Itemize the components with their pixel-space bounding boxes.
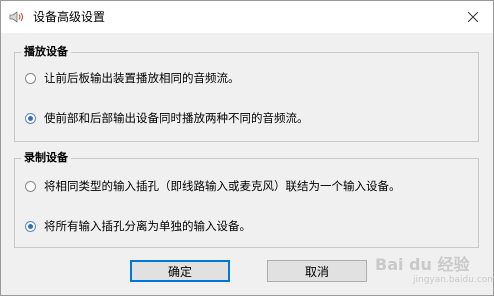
playback-group-legend: 播放设备 — [21, 45, 71, 59]
radio-option-same-stream[interactable]: 让前后板输出装置播放相同的音频流。 — [25, 70, 240, 86]
ok-button[interactable]: 确定 — [130, 260, 230, 282]
window-title: 设备高级设置 — [33, 10, 106, 24]
radio-option-different-streams[interactable]: 使前部和后部输出设备同时播放两种不同的音频流。 — [25, 110, 309, 126]
radio-option-separate-inputs[interactable]: 将所有输入插孔分离为单独的输入设备。 — [25, 218, 251, 234]
radio-button[interactable] — [25, 180, 36, 192]
radio-label: 将所有输入插孔分离为单独的输入设备。 — [44, 219, 251, 233]
title-bar[interactable]: 设备高级设置 — [1, 1, 493, 33]
radio-button-checked[interactable] — [25, 112, 36, 124]
speaker-icon — [9, 10, 25, 24]
watermark: Bai du 经验 jingyan.baidu.com — [369, 251, 494, 291]
radio-label: 将相同类型的输入插孔（即线路输入或麦克风）联结为一个输入设备。 — [44, 179, 401, 193]
radio-label: 使前部和后部输出设备同时播放两种不同的音频流。 — [44, 111, 309, 125]
radio-button-checked[interactable] — [25, 220, 36, 232]
watermark-sub: jingyan.baidu.com — [413, 275, 494, 285]
playback-device-group: 播放设备 让前后板输出装置播放相同的音频流。 使前部和后部输出设备同时播放两种不… — [14, 45, 479, 142]
radio-button[interactable] — [25, 72, 36, 84]
cancel-button[interactable]: 取消 — [267, 260, 367, 282]
close-button[interactable] — [453, 1, 493, 33]
watermark-main: Bai du 经验 — [375, 255, 470, 274]
close-icon — [468, 12, 478, 22]
device-advanced-settings-dialog: 设备高级设置 播放设备 让前后板输出装置播放相同的音频流。 使前部和后部输出设备… — [0, 0, 494, 296]
radio-option-join-inputs[interactable]: 将相同类型的输入插孔（即线路输入或麦克风）联结为一个输入设备。 — [25, 178, 401, 194]
recording-group-legend: 录制设备 — [21, 151, 71, 165]
recording-device-group: 录制设备 将相同类型的输入插孔（即线路输入或麦克风）联结为一个输入设备。 将所有… — [14, 151, 479, 248]
radio-label: 让前后板输出装置播放相同的音频流。 — [44, 71, 240, 85]
